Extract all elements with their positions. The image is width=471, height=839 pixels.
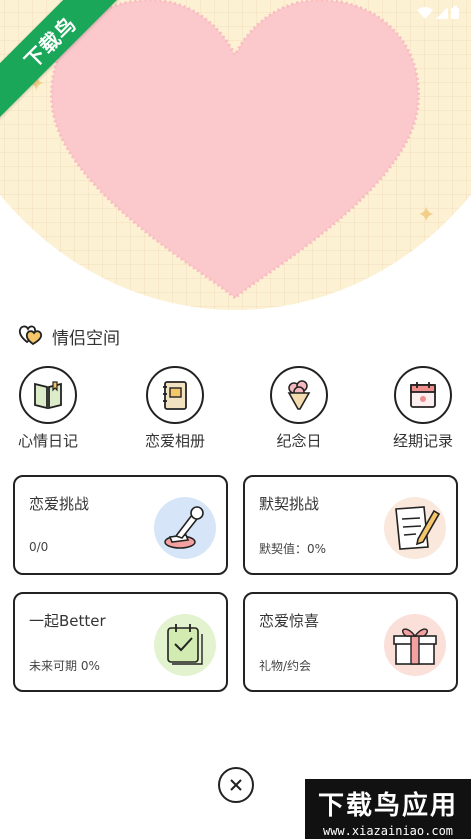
card-better-together[interactable]: 一起Better 未来可期 0%: [13, 592, 228, 692]
wifi-icon: [417, 4, 433, 23]
status-bar: [417, 4, 459, 23]
quick-action-circle: [19, 366, 77, 424]
card-subtitle: 礼物/约会: [259, 659, 312, 673]
quick-action-mood-diary[interactable]: 心情日记: [0, 366, 98, 451]
gift-icon: [384, 614, 446, 676]
quick-action-circle: [394, 366, 452, 424]
quick-action-period-record[interactable]: 经期记录: [373, 366, 471, 451]
checklist-icon: [154, 614, 216, 676]
quick-action-label: 经期记录: [392, 432, 453, 450]
card-title: 一起Better: [29, 612, 106, 630]
card-love-surprise[interactable]: 恋爱惊喜 礼物/约会: [243, 592, 458, 692]
card-love-challenge[interactable]: 恋爱挑战 0/0: [13, 475, 228, 575]
card-title: 默契挑战: [259, 495, 320, 513]
quick-action-love-album[interactable]: 恋爱相册: [125, 366, 225, 451]
signal-icon: [436, 4, 448, 23]
close-button[interactable]: [218, 767, 254, 803]
close-icon: [230, 779, 242, 791]
quick-action-circle: [270, 366, 328, 424]
heart-illustration: [50, 0, 420, 301]
quick-action-label: 恋爱相册: [144, 432, 205, 450]
quick-action-label: 心情日记: [17, 432, 78, 450]
calendar-icon: [410, 382, 436, 408]
hero-banner: ✦ ✦ 下载鸟: [0, 0, 471, 310]
section-title: 情侣空间: [52, 328, 120, 349]
card-title: 恋爱挑战: [29, 495, 90, 513]
section-header: 情侣空间: [18, 322, 120, 350]
bouquet-icon: [287, 380, 311, 410]
sparkle-icon: ✦: [417, 203, 436, 228]
stamp-icon: [154, 497, 216, 559]
card-subtitle: 未来可期 0%: [29, 659, 100, 673]
watermark-url: www.xiazainiao.com: [322, 824, 454, 838]
watermark-badge: 下载鸟应用 www.xiazainiao.com: [305, 779, 471, 839]
double-heart-icon: [18, 322, 44, 350]
notebook-icon: [34, 381, 62, 410]
watermark-title: 下载鸟应用: [317, 791, 458, 821]
quick-action-label: 纪念日: [276, 432, 322, 450]
card-title: 恋爱惊喜: [259, 612, 320, 630]
card-tacit-challenge[interactable]: 默契挑战 默契值：0%: [243, 475, 458, 575]
card-subtitle: 0/0: [29, 540, 49, 554]
quick-action-circle: [146, 366, 204, 424]
quick-action-anniversary[interactable]: 纪念日: [249, 366, 349, 451]
note-pencil-icon: [384, 497, 446, 559]
quick-actions: 心情日记 恋爱相册 纪念日 经期记录: [0, 366, 471, 456]
battery-icon: [451, 4, 459, 23]
album-icon: [163, 381, 187, 410]
card-subtitle: 默契值：0%: [259, 542, 327, 556]
